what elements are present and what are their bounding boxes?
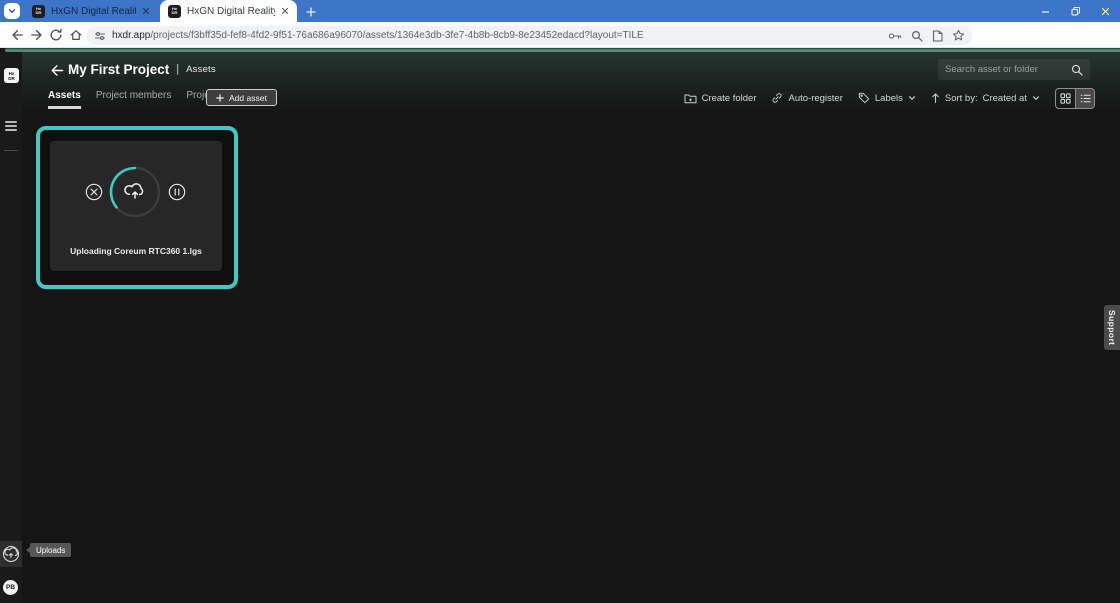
- title-separator: |: [176, 63, 179, 75]
- plus-icon: [306, 7, 316, 17]
- uploads-tooltip: Uploads: [30, 543, 71, 557]
- save-page-icon[interactable]: [932, 30, 943, 42]
- hxdr-logo[interactable]: Hx DR: [4, 68, 19, 83]
- list-view-button[interactable]: [1075, 89, 1094, 108]
- breadcrumb: My First Project | Assets: [68, 60, 216, 78]
- progress-arc: [111, 168, 135, 207]
- assets-action-bar: Create folder Auto-register Labels Sort …: [684, 87, 1095, 109]
- labels-dropdown[interactable]: Labels: [858, 92, 916, 104]
- plus-icon: [216, 94, 224, 102]
- browser-tab-2-active[interactable]: Hx DR HxGN Digital Reality: [160, 0, 297, 22]
- tab-search-button[interactable]: [4, 3, 20, 19]
- favicon-text: DR: [172, 11, 178, 16]
- chevron-down-icon: [1032, 94, 1040, 102]
- pause-circle-icon: [168, 183, 186, 201]
- url-path: /projects/f3bff35d-fef8-4fd2-9f51-76a686…: [150, 30, 643, 41]
- chevron-down-icon: [908, 94, 916, 102]
- support-tab[interactable]: Support: [1104, 305, 1120, 350]
- sidebar-item-uploads[interactable]: [0, 541, 22, 567]
- cancel-circle-icon: [85, 183, 103, 201]
- chevron-down-icon: [8, 7, 16, 15]
- sort-arrow-up-icon: [931, 92, 940, 104]
- url-text[interactable]: hxdr.app/projects/f3bff35d-fef8-4fd2-9f5…: [112, 30, 882, 41]
- search-input[interactable]: [945, 64, 1065, 75]
- sort-by-label: Sort by:: [945, 93, 978, 104]
- browser-tab-bar: Hx DR HxGN Digital Reality Hx DR HxGN Di…: [0, 0, 1120, 22]
- left-sidebar: Hx DR PB: [0, 52, 22, 603]
- upload-status-text: Uploading Coreum RTC360 1.lgs: [50, 246, 222, 256]
- omnibox-icons: [888, 29, 965, 42]
- logo-text: DR: [8, 76, 15, 81]
- minimize-button[interactable]: [1030, 0, 1060, 22]
- upload-progress-ring: [108, 165, 162, 219]
- password-key-icon[interactable]: [888, 30, 902, 42]
- address-bar[interactable]: hxdr.app/projects/f3bff35d-fef8-4fd2-9f5…: [86, 26, 973, 45]
- create-folder-button[interactable]: Create folder: [684, 93, 757, 104]
- forward-button[interactable]: [28, 26, 46, 44]
- grid-icon: [1060, 93, 1071, 104]
- reload-button[interactable]: [47, 26, 65, 44]
- tab-title: HxGN Digital Reality: [51, 6, 136, 17]
- asset-search[interactable]: [938, 59, 1090, 80]
- tile-view-button[interactable]: [1056, 89, 1075, 108]
- tab-project-members[interactable]: Project members: [96, 90, 172, 106]
- user-avatar[interactable]: PB: [3, 580, 18, 595]
- bookmark-star-icon[interactable]: [952, 29, 965, 42]
- tag-icon: [858, 92, 870, 104]
- add-asset-button[interactable]: Add asset: [206, 89, 277, 106]
- tab-close-icon[interactable]: [281, 7, 289, 15]
- auto-register-button[interactable]: Auto-register: [771, 92, 842, 104]
- sort-by-value: Created at: [983, 93, 1027, 104]
- browser-tab-1[interactable]: Hx DR HxGN Digital Reality: [24, 0, 158, 22]
- sort-by-dropdown[interactable]: Sort by: Created at: [931, 92, 1040, 104]
- new-tab-button[interactable]: [303, 4, 318, 19]
- hxdr-favicon: Hx DR: [32, 5, 45, 18]
- url-host: hxdr.app: [112, 30, 150, 41]
- layout-toggle: [1055, 88, 1095, 109]
- search-icon[interactable]: [1071, 64, 1083, 76]
- upload-cloud-icon: [125, 184, 143, 198]
- zoom-magnifier-icon[interactable]: [911, 30, 923, 42]
- tab-assets[interactable]: Assets: [48, 90, 81, 109]
- link-icon: [771, 92, 783, 104]
- labels-label: Labels: [875, 93, 903, 104]
- restore-button[interactable]: [1060, 0, 1090, 22]
- back-button[interactable]: [8, 26, 26, 44]
- sidebar-divider: [4, 150, 18, 151]
- hxdr-app-page: Hx DR PB My First Project | Assets Asset…: [0, 48, 1120, 603]
- browser-toolbar: hxdr.app/projects/f3bff35d-fef8-4fd2-9f5…: [0, 22, 1120, 48]
- arrow-left-icon: [49, 63, 64, 78]
- home-button[interactable]: [67, 26, 85, 44]
- folder-plus-icon: [684, 93, 697, 104]
- create-folder-label: Create folder: [702, 93, 757, 104]
- browser-window: Hx DR HxGN Digital Reality Hx DR HxGN Di…: [0, 0, 1120, 603]
- menu-hamburger-icon[interactable]: [5, 121, 17, 131]
- section-label: Assets: [186, 64, 216, 75]
- favicon-text: DR: [36, 11, 42, 16]
- page-title: My First Project: [68, 62, 169, 77]
- auto-register-label: Auto-register: [788, 93, 842, 104]
- close-button[interactable]: [1090, 0, 1120, 22]
- cancel-upload-button[interactable]: [85, 183, 103, 201]
- upload-cloud-icon: [2, 545, 20, 563]
- back-arrow-button[interactable]: [48, 62, 64, 78]
- tab-title: HxGN Digital Reality: [187, 6, 275, 17]
- pause-upload-button[interactable]: [168, 183, 186, 201]
- list-icon: [1080, 93, 1091, 104]
- add-asset-label: Add asset: [229, 93, 267, 103]
- site-info-icon[interactable]: [94, 30, 106, 42]
- hxdr-favicon: Hx DR: [168, 5, 181, 18]
- tab-close-icon[interactable]: [142, 7, 150, 15]
- window-controls: [1030, 0, 1120, 22]
